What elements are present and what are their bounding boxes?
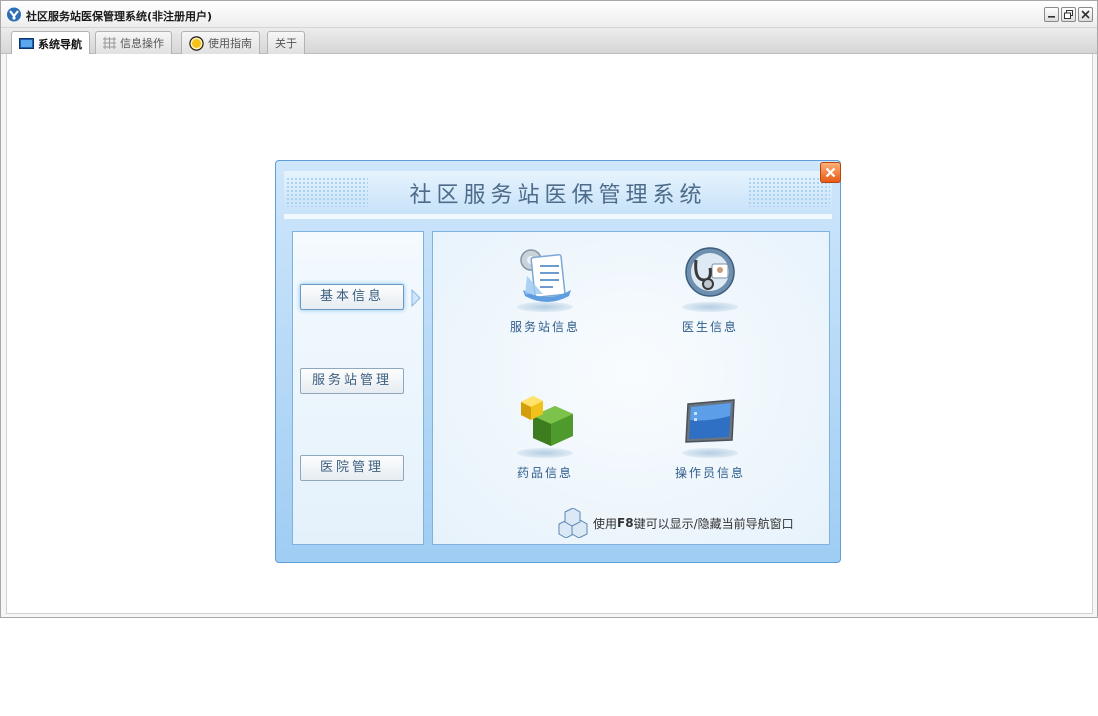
close-icon <box>825 167 836 178</box>
hint-suffix: 键可以显示/隐藏当前导航窗口 <box>633 516 794 531</box>
minimize-button[interactable] <box>1044 7 1059 22</box>
laptop-screen-icon <box>678 392 742 458</box>
restore-icon <box>1064 10 1073 19</box>
nav-basic-info-button[interactable]: 基本信息 <box>300 284 404 310</box>
help-globe-icon <box>189 35 204 51</box>
tab-user-guide[interactable]: 使用指南 <box>181 31 260 54</box>
header-divider <box>284 214 832 219</box>
function-panel: 服务站信息 医生信息 药品信息 操作员信息 使用 F8 键可以显示/隐藏当前导航… <box>432 231 830 545</box>
tab-info-operations[interactable]: 信息操作 <box>95 31 172 54</box>
restore-button[interactable] <box>1061 7 1076 22</box>
selected-arrow-icon <box>411 289 421 307</box>
cubes-icon <box>558 508 588 538</box>
tab-label: 系统导航 <box>38 37 82 51</box>
app-logo-icon <box>7 7 21 22</box>
stethoscope-icon <box>678 246 742 312</box>
tile-shadow <box>517 302 573 312</box>
document-gear-icon <box>513 246 577 312</box>
grid-icon <box>103 37 116 49</box>
tile-label: 医生信息 <box>681 320 738 334</box>
hint-prefix: 使用 <box>593 516 618 531</box>
dialog-title: 社区服务站医保管理系统 <box>409 183 707 208</box>
tab-system-navigation[interactable]: 系统导航 <box>11 31 90 55</box>
tile-label: 操作员信息 <box>674 466 745 480</box>
hint-key: F8 <box>617 516 634 530</box>
tile-shadow <box>682 448 738 458</box>
window-controls <box>1044 7 1093 22</box>
tile-label: 药品信息 <box>516 466 573 480</box>
title-bar: 社区服务站医保管理系统(非注册用户) <box>1 1 1097 28</box>
nav-panel: 基本信息 服务站管理 医院管理 <box>292 231 424 545</box>
tile-label: 服务站信息 <box>509 320 580 334</box>
tab-label: 使用指南 <box>208 37 252 50</box>
tab-label: 信息操作 <box>120 37 164 50</box>
f8-hint: 使用 F8 键可以显示/隐藏当前导航窗口 <box>557 508 794 538</box>
dialog-close-button[interactable] <box>820 162 841 183</box>
tab-bar: 系统导航 信息操作 使用指南 关于 <box>1 28 1097 55</box>
monitor-icon <box>19 37 34 49</box>
tab-about[interactable]: 关于 <box>267 31 305 54</box>
tile-medicine-info[interactable]: 药品信息 <box>485 392 605 481</box>
tile-operator-info[interactable]: 操作员信息 <box>650 392 770 481</box>
window-title: 社区服务站医保管理系统(非注册用户) <box>26 10 213 23</box>
tile-shadow <box>517 448 573 458</box>
tile-station-info[interactable]: 服务站信息 <box>485 246 605 335</box>
tile-doctor-info[interactable]: 医生信息 <box>650 246 770 335</box>
tab-label: 关于 <box>275 37 297 50</box>
tile-shadow <box>682 302 738 312</box>
close-window-button[interactable] <box>1078 7 1093 22</box>
medicine-cubes-icon <box>513 392 577 458</box>
minimize-icon <box>1048 16 1055 18</box>
nav-hospital-management-button[interactable]: 医院管理 <box>300 455 404 481</box>
nav-station-management-button[interactable]: 服务站管理 <box>300 368 404 394</box>
close-icon <box>1081 10 1090 19</box>
dialog-header: 社区服务站医保管理系统 <box>284 171 832 211</box>
navigation-dialog: 社区服务站医保管理系统 基本信息 服务站管理 医院管理 服务站信息 医生信息 药… <box>275 160 841 563</box>
